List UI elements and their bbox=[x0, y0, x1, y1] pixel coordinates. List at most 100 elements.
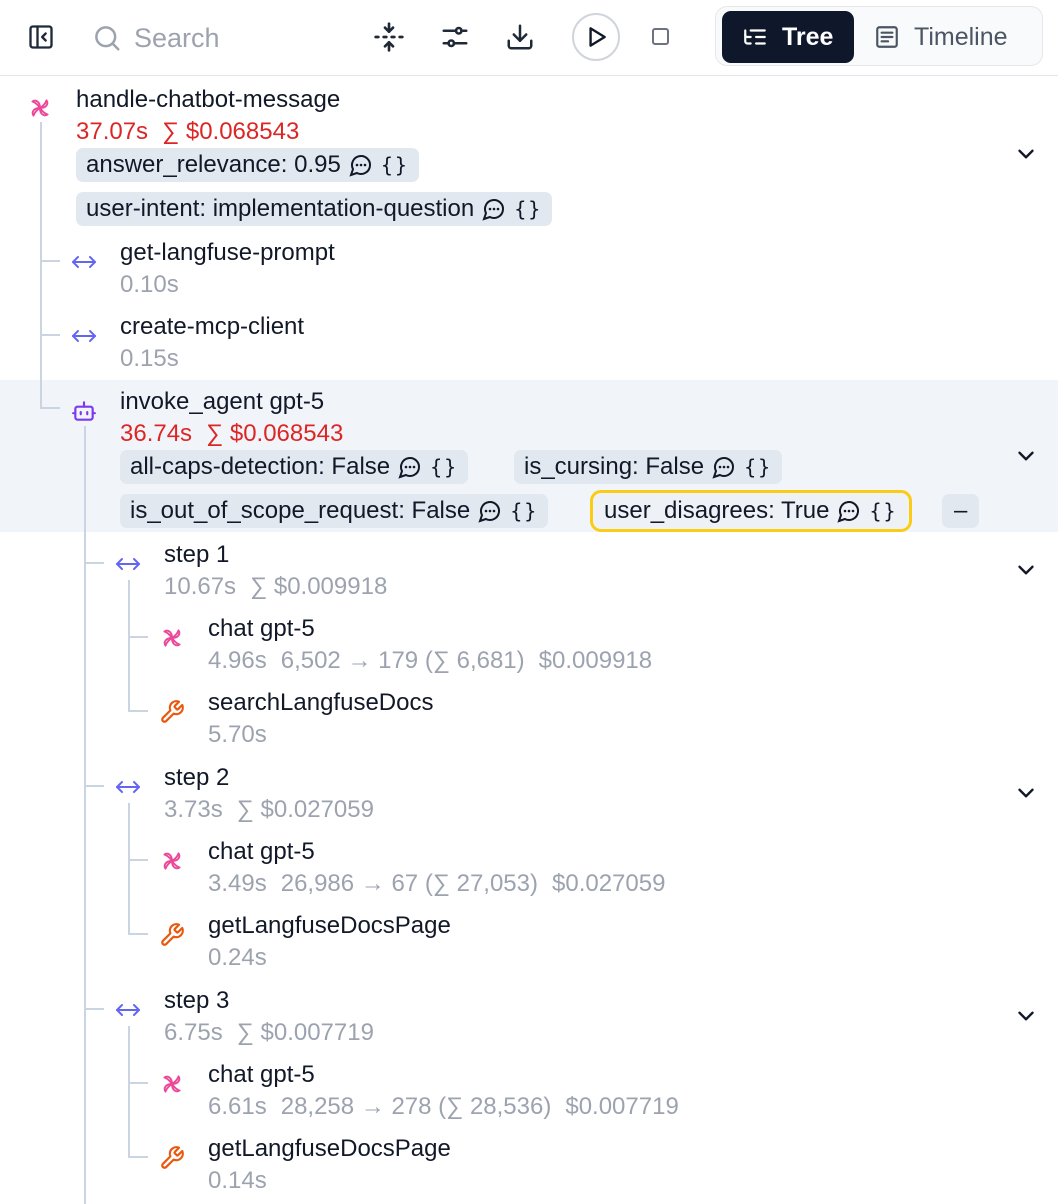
json-braces-icon: {} bbox=[380, 153, 409, 177]
chevron-down-icon bbox=[1013, 557, 1039, 583]
tree-connector bbox=[40, 334, 60, 336]
expand-step3-button[interactable] bbox=[1012, 1002, 1040, 1030]
json-braces-icon: {} bbox=[514, 197, 543, 221]
step2-chat-tokens: 26,986 → 67 (∑ 27,053) bbox=[280, 870, 538, 897]
wrench-icon bbox=[158, 1144, 186, 1172]
step3-tool-duration: 0.14s bbox=[208, 1167, 267, 1194]
search-box[interactable] bbox=[92, 18, 334, 58]
score-chip-answer-relevance[interactable]: answer_relevance: 0.95 {} bbox=[76, 148, 419, 182]
span-icon bbox=[114, 996, 142, 1024]
step1-duration: 10.67s bbox=[164, 573, 237, 600]
score-chip-user-intent[interactable]: user-intent: implementation-question {} bbox=[76, 192, 553, 226]
comment-icon bbox=[712, 455, 736, 479]
collapse-all-button[interactable] bbox=[372, 20, 406, 54]
step3-chat-duration: 6.61s bbox=[208, 1093, 267, 1120]
panel-left-close-icon bbox=[29, 25, 53, 49]
mcp-node-name[interactable]: create-mcp-client bbox=[120, 313, 304, 341]
agent-bot-icon bbox=[70, 397, 98, 425]
list-tree-icon bbox=[744, 29, 766, 45]
mcp-duration: 0.15s bbox=[120, 345, 179, 372]
root-node-meta: 37.07s ∑ $0.068543 bbox=[76, 118, 313, 146]
score-label: is_out_of_scope_request: False bbox=[130, 497, 471, 524]
step3-name[interactable]: step 3 bbox=[164, 987, 229, 1015]
search-icon bbox=[95, 26, 120, 51]
step2-duration: 3.73s bbox=[164, 796, 223, 823]
score-chip-user-disagrees[interactable]: user_disagrees: True {} bbox=[590, 490, 912, 532]
step3-tool-name[interactable]: getLangfuseDocsPage bbox=[208, 1135, 451, 1163]
wrench-icon bbox=[158, 921, 186, 949]
step2-chat-meta: 3.49s 26,986 → 67 (∑ 27,053) $0.027059 bbox=[208, 870, 679, 898]
score-chip-out-of-scope[interactable]: is_out_of_scope_request: False {} bbox=[120, 494, 549, 528]
settings-button[interactable] bbox=[438, 20, 472, 54]
root-duration: 37.07s bbox=[76, 118, 149, 145]
expand-step1-button[interactable] bbox=[1012, 556, 1040, 584]
step3-chat-tokens: 28,258 → 278 (∑ 28,536) bbox=[280, 1093, 552, 1120]
json-braces-icon: {} bbox=[869, 499, 898, 523]
generation-icon bbox=[158, 847, 186, 875]
sliders-icon bbox=[442, 26, 468, 48]
stop-button[interactable] bbox=[652, 28, 669, 45]
tree-connector bbox=[128, 803, 130, 935]
chevron-down-icon bbox=[1013, 443, 1039, 469]
agent-node-meta: 36.74s ∑ $0.068543 bbox=[120, 420, 357, 448]
score-chip-is-cursing[interactable]: is_cursing: False {} bbox=[514, 450, 783, 484]
step1-name[interactable]: step 1 bbox=[164, 541, 229, 569]
score-label: user-intent: implementation-question bbox=[86, 195, 475, 222]
step3-duration: 6.75s bbox=[164, 1019, 223, 1046]
prompt-node-name[interactable]: get-langfuse-prompt bbox=[120, 239, 335, 267]
generation-icon bbox=[158, 624, 186, 652]
comment-icon bbox=[837, 499, 861, 523]
prompt-duration: 0.10s bbox=[120, 271, 179, 298]
view-toggle: Tree Timeline bbox=[715, 6, 1043, 66]
tree-view-button[interactable]: Tree bbox=[722, 11, 854, 63]
step2-cost: ∑ $0.027059 bbox=[236, 796, 374, 823]
timeline-view-button[interactable]: Timeline bbox=[874, 11, 1008, 63]
expand-agent-button[interactable] bbox=[1012, 442, 1040, 470]
step3-chat-cost: $0.007719 bbox=[565, 1093, 679, 1120]
collapse-sidebar-button[interactable] bbox=[26, 22, 56, 52]
root-node-name[interactable]: handle-chatbot-message bbox=[76, 86, 340, 114]
tree-connector bbox=[128, 636, 148, 638]
chevron-down-icon bbox=[1013, 141, 1039, 167]
step2-chat-cost: $0.027059 bbox=[552, 870, 666, 897]
step2-tool-duration: 0.24s bbox=[208, 944, 267, 971]
tree-connector bbox=[128, 710, 148, 712]
show-less-scores-button[interactable]: – bbox=[942, 494, 980, 528]
download-button[interactable] bbox=[503, 20, 537, 54]
expand-step2-button[interactable] bbox=[1012, 779, 1040, 807]
step1-tool-name[interactable]: searchLangfuseDocs bbox=[208, 689, 433, 717]
step2-chat-name[interactable]: chat gpt-5 bbox=[208, 838, 315, 866]
tree-connector bbox=[40, 122, 42, 408]
search-input[interactable] bbox=[134, 22, 334, 54]
comment-icon bbox=[482, 197, 506, 221]
step3-chat-name[interactable]: chat gpt-5 bbox=[208, 1061, 315, 1089]
step2-meta: 3.73s ∑ $0.027059 bbox=[164, 796, 388, 824]
root-cost: ∑ $0.068543 bbox=[162, 118, 300, 145]
score-chip-all-caps[interactable]: all-caps-detection: False {} bbox=[120, 450, 469, 484]
step1-tool-duration: 5.70s bbox=[208, 721, 267, 748]
toolbar: Tree Timeline bbox=[0, 0, 1058, 76]
step1-meta: 10.67s ∑ $0.009918 bbox=[164, 573, 401, 601]
score-label: user_disagrees: True bbox=[604, 497, 830, 524]
step1-chat-name[interactable]: chat gpt-5 bbox=[208, 615, 315, 643]
tree-connector bbox=[128, 580, 130, 712]
step2-name[interactable]: step 2 bbox=[164, 764, 229, 792]
timeline-view-label: Timeline bbox=[914, 22, 1008, 51]
chevron-down-icon bbox=[1013, 1003, 1039, 1029]
step2-tool-name[interactable]: getLangfuseDocsPage bbox=[208, 912, 451, 940]
tree-connector bbox=[128, 1026, 130, 1158]
expand-root-button[interactable] bbox=[1012, 140, 1040, 168]
step1-chat-duration: 4.96s bbox=[208, 647, 267, 674]
chevron-down-icon bbox=[1013, 780, 1039, 806]
wrench-icon bbox=[158, 698, 186, 726]
step1-cost: ∑ $0.009918 bbox=[250, 573, 388, 600]
step1-chat-meta: 4.96s 6,502 → 179 (∑ 6,681) $0.009918 bbox=[208, 647, 666, 675]
tree-view-label: Tree bbox=[782, 22, 834, 51]
tree-connector bbox=[84, 562, 104, 564]
play-button[interactable] bbox=[572, 13, 620, 61]
agent-node-name[interactable]: invoke_agent gpt-5 bbox=[120, 388, 324, 416]
tree-connector bbox=[40, 260, 60, 262]
tree-connector bbox=[84, 785, 104, 787]
fold-vertical-icon bbox=[374, 22, 404, 52]
comment-icon bbox=[349, 153, 373, 177]
